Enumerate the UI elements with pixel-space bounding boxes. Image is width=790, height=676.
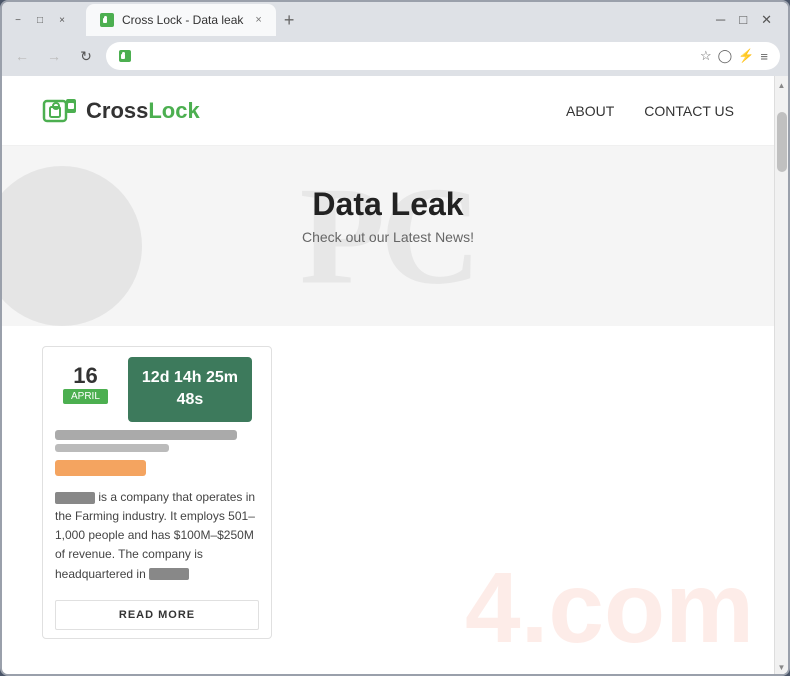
page-content: CrossLock ABOUT CONTACT US PC Data Leak …	[2, 76, 774, 674]
extension-icon[interactable]: ⚡	[738, 48, 754, 64]
nav-contact-link[interactable]: CONTACT US	[644, 103, 734, 119]
hero-title: Data Leak	[22, 186, 754, 223]
tabs-bar: Cross Lock - Data leak × +	[78, 4, 310, 36]
card-date: 16 APRIL	[51, 357, 120, 412]
shield-icon[interactable]: ◯	[718, 48, 733, 64]
webpage: CrossLock ABOUT CONTACT US PC Data Leak …	[2, 76, 788, 674]
logo-text: CrossLock	[86, 98, 200, 124]
forward-button[interactable]: →	[42, 44, 66, 68]
blurred-company-name	[55, 492, 95, 504]
win-minimize-icon[interactable]: ─	[716, 12, 725, 28]
date-month: APRIL	[63, 389, 108, 404]
tab-title: Cross Lock - Data leak	[122, 13, 243, 27]
address-icons: ☆ ◯ ⚡ ≡	[700, 48, 768, 64]
profile-icon[interactable]: ≡	[760, 49, 768, 64]
blurred-location	[149, 568, 189, 580]
card-description: is a company that operates in the Farmin…	[43, 480, 271, 592]
maximize-button[interactable]: □	[32, 12, 48, 28]
logo-area: CrossLock	[42, 93, 200, 129]
close-button[interactable]: ×	[54, 12, 70, 28]
content-area: 4.com 16 APRIL 12d 14h 25m48s	[2, 326, 774, 666]
hero-subtitle: Check out our Latest News!	[22, 229, 754, 245]
minimize-button[interactable]: −	[10, 12, 26, 28]
scroll-thumb[interactable]	[777, 112, 787, 172]
nav-links: ABOUT CONTACT US	[566, 103, 734, 119]
star-icon[interactable]: ☆	[700, 48, 712, 64]
nav-about-link[interactable]: ABOUT	[566, 103, 614, 119]
win-close-icon[interactable]: ✕	[761, 12, 772, 28]
window-controls: − □ ×	[10, 12, 70, 28]
card-title-blurred	[55, 430, 237, 440]
hero-section: PC Data Leak Check out our Latest News!	[2, 146, 774, 326]
tab-close-button[interactable]: ×	[255, 14, 261, 26]
card-subtitle-blurred	[55, 444, 169, 452]
back-button[interactable]: ←	[10, 44, 34, 68]
address-bar-row: ← → ↻ ☆ ◯ ⚡ ≡	[2, 38, 788, 76]
new-tab-button[interactable]: +	[276, 4, 303, 36]
tab-favicon	[100, 13, 114, 27]
reload-button[interactable]: ↻	[74, 44, 98, 68]
browser-window: − □ × Cross Lock - Data leak × + ─	[0, 0, 790, 676]
scrollbar[interactable]: ▲ ▼	[774, 76, 788, 674]
article-card: 16 APRIL 12d 14h 25m48s is a company	[42, 346, 272, 639]
site-navbar: CrossLock ABOUT CONTACT US	[2, 76, 774, 146]
win-maximize-icon[interactable]: □	[739, 12, 747, 28]
countdown-badge: 12d 14h 25m48s	[128, 357, 252, 422]
card-logo-blurred	[55, 460, 146, 476]
address-bar[interactable]: ☆ ◯ ⚡ ≡	[106, 42, 780, 70]
date-number: 16	[73, 365, 97, 387]
site-favicon	[118, 49, 132, 63]
read-more-button[interactable]: READ MORE	[55, 600, 259, 630]
active-tab[interactable]: Cross Lock - Data leak ×	[86, 4, 276, 36]
title-bar: − □ × Cross Lock - Data leak × + ─	[2, 2, 788, 38]
pccom-watermark: 4.com	[465, 551, 754, 666]
logo-icon	[42, 93, 78, 129]
